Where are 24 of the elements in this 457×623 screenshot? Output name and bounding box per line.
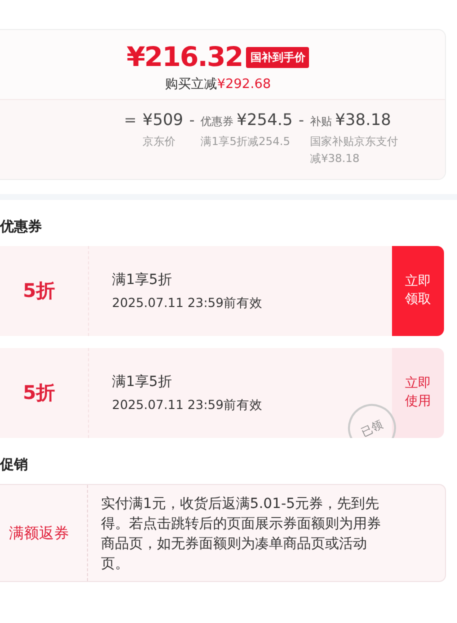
coupon-button[interactable]: 立即领取 — [392, 246, 444, 336]
amount-note: 满1享5折减254.5 — [200, 134, 292, 150]
amount: ¥509 — [142, 110, 184, 129]
amount-label: 优惠券 — [200, 114, 234, 129]
coupon-expiry: 2025.07.11 23:59前有效 — [112, 294, 264, 312]
saving-text: 购买立减¥292.68 — [165, 76, 271, 93]
coupon-expiry: 2025.07.11 23:59前有效 — [112, 396, 264, 414]
operator: - — [298, 110, 304, 131]
coupon-button[interactable]: 立即使用 — [392, 348, 444, 438]
coupon-condition: 满1享5折 — [112, 372, 173, 390]
operator: - — [189, 110, 195, 131]
price-badge: 国补到手价 — [246, 47, 310, 68]
amount: ¥254.5 — [236, 110, 293, 129]
amount: ¥38.18 — [335, 110, 392, 129]
coupon-condition: 满1享5折 — [112, 270, 173, 288]
promotion-description: 实付满1元，收货后返满5.01-5元券，先到先得。若点击跳转后的页面展示券面额则为用券商品页，如无券面额则为凑单商品页或活动页。 — [100, 495, 382, 574]
amount-note: 国家补贴京东支付减¥38.18 — [310, 134, 400, 167]
final-price: ¥216.32 — [126, 42, 242, 73]
amount-note: 京东价 — [142, 134, 177, 150]
coupon-value: 5折 — [22, 381, 56, 406]
coupon-value: 5折 — [22, 279, 56, 304]
operator: = — [124, 110, 137, 131]
promotion-tag: 满额返券 — [0, 485, 88, 581]
amount-label: 补贴 — [310, 114, 332, 129]
